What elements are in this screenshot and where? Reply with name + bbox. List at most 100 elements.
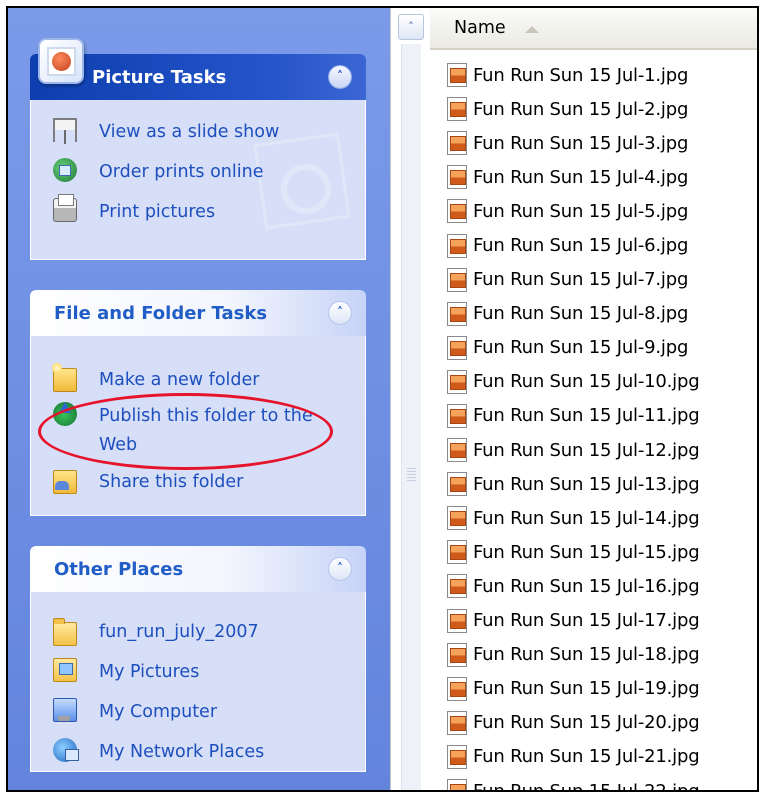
file-row[interactable]: Fun Run Sun 15 Jul-5.jpg — [430, 194, 757, 228]
other-places-header[interactable]: Other Places ˄ — [30, 546, 366, 592]
file-row[interactable]: Fun Run Sun 15 Jul-22.jpg — [430, 774, 757, 792]
jpeg-file-icon — [447, 63, 467, 88]
jpeg-file-icon — [447, 335, 467, 360]
picture-tasks-body: View as a slide show Order prints online… — [30, 100, 366, 260]
jpeg-file-icon — [447, 676, 467, 701]
other-places-panel: Other Places ˄ fun_run_july_2007 My Pict… — [30, 546, 366, 772]
picture-tasks-title: Picture Tasks — [92, 67, 227, 88]
file-row[interactable]: Fun Run Sun 15 Jul-17.jpg — [430, 604, 757, 638]
task-make-new-folder[interactable]: Make a new folder — [52, 363, 260, 394]
share-folder-icon — [53, 470, 77, 494]
collapse-chevron-icon[interactable]: ˄ — [328, 301, 352, 325]
file-row[interactable]: Fun Run Sun 15 Jul-14.jpg — [430, 501, 757, 535]
file-row[interactable]: Fun Run Sun 15 Jul-6.jpg — [430, 228, 757, 262]
my-computer-icon — [53, 698, 77, 722]
task-share-folder[interactable]: Share this folder — [53, 468, 243, 496]
scroll-up-button[interactable]: ˄ — [398, 14, 424, 40]
file-row[interactable]: Fun Run Sun 15 Jul-16.jpg — [430, 569, 757, 603]
order-prints-icon — [53, 158, 77, 182]
file-name: Fun Run Sun 15 Jul-22.jpg — [473, 780, 700, 792]
jpeg-file-icon — [447, 608, 467, 633]
file-name: Fun Run Sun 15 Jul-14.jpg — [473, 507, 700, 529]
folder-icon — [53, 618, 77, 646]
file-row[interactable]: Fun Run Sun 15 Jul-8.jpg — [430, 297, 757, 331]
file-row[interactable]: Fun Run Sun 15 Jul-2.jpg — [430, 92, 757, 126]
jpeg-file-icon — [447, 233, 467, 258]
file-name: Fun Run Sun 15 Jul-8.jpg — [473, 303, 689, 325]
picture-watermark-icon — [247, 130, 357, 240]
file-name: Fun Run Sun 15 Jul-11.jpg — [473, 405, 700, 427]
jpeg-file-icon — [447, 710, 467, 735]
scrollbar[interactable]: ˄ — [390, 8, 430, 790]
file-row[interactable]: Fun Run Sun 15 Jul-15.jpg — [430, 535, 757, 569]
place-fun-run-folder[interactable]: fun_run_july_2007 — [53, 618, 259, 646]
jpeg-file-icon — [447, 165, 467, 190]
jpeg-file-icon — [447, 131, 467, 156]
place-label: fun_run_july_2007 — [99, 622, 259, 642]
task-view-slideshow[interactable]: View as a slide show — [53, 118, 279, 146]
task-pane: Picture Tasks ˄ View as a slide show Ord… — [8, 8, 390, 790]
task-label: Order prints online — [99, 162, 264, 182]
file-row[interactable]: Fun Run Sun 15 Jul-19.jpg — [430, 672, 757, 706]
jpeg-file-icon — [447, 199, 467, 224]
explorer-window: Picture Tasks ˄ View as a slide show Ord… — [6, 6, 759, 792]
file-name: Fun Run Sun 15 Jul-18.jpg — [473, 644, 700, 666]
jpeg-file-icon — [447, 97, 467, 122]
file-row[interactable]: Fun Run Sun 15 Jul-7.jpg — [430, 263, 757, 297]
place-label: My Computer — [99, 702, 218, 722]
name-column-label: Name — [454, 18, 506, 38]
collapse-chevron-icon[interactable]: ˄ — [328, 557, 352, 581]
jpeg-file-icon — [447, 642, 467, 667]
file-row[interactable]: Fun Run Sun 15 Jul-12.jpg — [430, 433, 757, 467]
file-row[interactable]: Fun Run Sun 15 Jul-13.jpg — [430, 467, 757, 501]
picture-tasks-icon — [38, 38, 84, 84]
file-folder-tasks-header[interactable]: File and Folder Tasks ˄ — [30, 290, 366, 336]
my-pictures-icon — [53, 658, 77, 682]
task-label: Print pictures — [99, 202, 216, 222]
picture-tasks-panel: Picture Tasks ˄ View as a slide show Ord… — [30, 38, 366, 260]
file-row[interactable]: Fun Run Sun 15 Jul-18.jpg — [430, 638, 757, 672]
file-name: Fun Run Sun 15 Jul-21.jpg — [473, 746, 700, 768]
picture-tasks-header[interactable]: Picture Tasks ˄ — [30, 38, 366, 100]
task-order-prints[interactable]: Order prints online — [53, 158, 263, 186]
file-name: Fun Run Sun 15 Jul-4.jpg — [473, 166, 689, 188]
file-rows: Fun Run Sun 15 Jul-1.jpg Fun Run Sun 15 J… — [430, 58, 757, 792]
file-row[interactable]: Fun Run Sun 15 Jul-20.jpg — [430, 706, 757, 740]
file-name: Fun Run Sun 15 Jul-17.jpg — [473, 610, 700, 632]
file-row[interactable]: Fun Run Sun 15 Jul-21.jpg — [430, 740, 757, 774]
place-my-pictures[interactable]: My Pictures — [53, 658, 199, 686]
sort-ascending-icon — [525, 26, 539, 33]
file-name: Fun Run Sun 15 Jul-7.jpg — [473, 269, 689, 291]
task-print-pictures[interactable]: Print pictures — [53, 194, 216, 226]
file-name: Fun Run Sun 15 Jul-5.jpg — [473, 200, 689, 222]
file-name: Fun Run Sun 15 Jul-20.jpg — [473, 712, 700, 734]
file-name: Fun Run Sun 15 Jul-10.jpg — [473, 371, 700, 393]
file-row[interactable]: Fun Run Sun 15 Jul-11.jpg — [430, 399, 757, 433]
red-annotation-ellipse — [38, 393, 333, 470]
jpeg-file-icon — [447, 403, 467, 428]
new-folder-icon — [52, 363, 77, 392]
file-row[interactable]: Fun Run Sun 15 Jul-3.jpg — [430, 126, 757, 160]
file-row[interactable]: Fun Run Sun 15 Jul-9.jpg — [430, 331, 757, 365]
task-label: Make a new folder — [99, 370, 260, 390]
file-name: Fun Run Sun 15 Jul-12.jpg — [473, 439, 700, 461]
collapse-chevron-icon[interactable]: ˄ — [328, 65, 352, 89]
jpeg-file-icon — [447, 267, 467, 292]
file-row[interactable]: Fun Run Sun 15 Jul-1.jpg — [430, 58, 757, 92]
scroll-track[interactable] — [401, 44, 421, 790]
place-label: My Pictures — [99, 662, 200, 682]
file-name: Fun Run Sun 15 Jul-16.jpg — [473, 575, 700, 597]
file-name: Fun Run Sun 15 Jul-19.jpg — [473, 678, 700, 700]
file-name: Fun Run Sun 15 Jul-6.jpg — [473, 235, 689, 257]
file-row[interactable]: Fun Run Sun 15 Jul-4.jpg — [430, 160, 757, 194]
name-column-header[interactable]: Name — [430, 8, 757, 50]
scroll-grip-icon[interactable] — [407, 468, 416, 482]
other-places-body: fun_run_july_2007 My Pictures My Compute… — [30, 592, 366, 772]
file-row[interactable]: Fun Run Sun 15 Jul-10.jpg — [430, 365, 757, 399]
place-my-computer[interactable]: My Computer — [53, 698, 217, 726]
place-my-network-places[interactable]: My Network Places — [53, 738, 264, 766]
jpeg-file-icon — [447, 574, 467, 599]
file-name: Fun Run Sun 15 Jul-15.jpg — [473, 541, 700, 563]
file-name: Fun Run Sun 15 Jul-3.jpg — [473, 132, 689, 154]
file-name: Fun Run Sun 15 Jul-13.jpg — [473, 473, 700, 495]
